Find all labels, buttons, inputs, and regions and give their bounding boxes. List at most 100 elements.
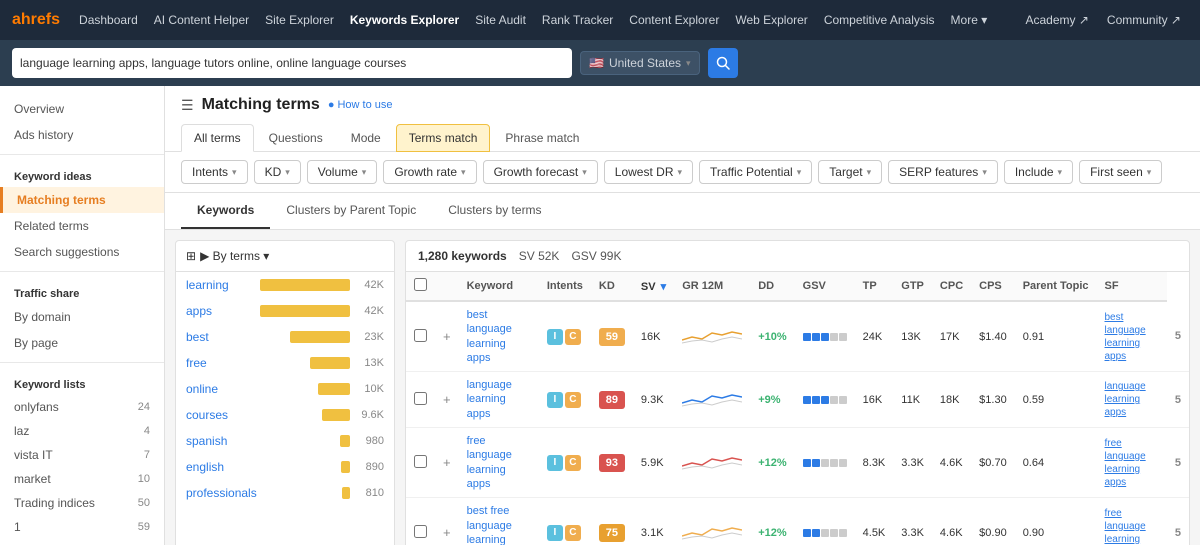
keyword-link[interactable]: language learning apps	[467, 379, 512, 420]
tab-mode[interactable]: Mode	[338, 124, 394, 152]
sidebar-item-related-terms[interactable]: Related terms	[0, 213, 164, 239]
col-cps[interactable]: CPS	[971, 272, 1015, 301]
parent-topic-link[interactable]: best language learning apps	[1105, 312, 1146, 362]
country-select[interactable]: 🇺🇸 United States ▾	[580, 51, 700, 75]
row-add-cell[interactable]: +	[435, 372, 459, 428]
add-button[interactable]: +	[443, 525, 451, 540]
row-add-cell[interactable]: +	[435, 498, 459, 545]
filter-target[interactable]: Target ▾	[818, 160, 882, 184]
sidebar-item-by-page[interactable]: By page	[0, 330, 164, 356]
sidebar-item-main-keywords-de[interactable]: Main keywords DE 13	[0, 539, 164, 545]
col-cpc[interactable]: CPC	[932, 272, 971, 301]
nav-keywords-explorer[interactable]: Keywords Explorer	[343, 9, 466, 31]
row-checkbox-cell[interactable]	[406, 372, 435, 428]
sidebar-item-matching-terms[interactable]: Matching terms	[0, 187, 164, 213]
row-checkbox[interactable]	[414, 329, 427, 342]
view-tab-clusters-terms[interactable]: Clusters by terms	[432, 193, 557, 229]
sidebar-item-laz[interactable]: laz 4	[0, 419, 164, 443]
nav-site-audit[interactable]: Site Audit	[468, 9, 533, 31]
col-parent-topic[interactable]: Parent Topic	[1015, 272, 1097, 301]
tab-questions[interactable]: Questions	[256, 124, 336, 152]
col-tp[interactable]: TP	[855, 272, 894, 301]
filter-kd[interactable]: KD ▾	[254, 160, 301, 184]
col-kd[interactable]: KD	[591, 272, 633, 301]
filter-first-seen[interactable]: First seen ▾	[1079, 160, 1162, 184]
sidebar-item-overview[interactable]: Overview	[0, 96, 164, 122]
parent-topic-link[interactable]: free language learning apps	[1105, 508, 1146, 545]
logo[interactable]: ahrefs	[12, 11, 60, 29]
col-sv[interactable]: SV ▾	[633, 272, 674, 301]
how-to-use-link[interactable]: ● How to use	[328, 99, 393, 111]
cluster-panel-header[interactable]: ⊞ ▶ By terms ▾	[176, 241, 394, 272]
row-checkbox-cell[interactable]	[406, 428, 435, 498]
nav-content-explorer[interactable]: Content Explorer	[622, 9, 726, 31]
nav-web-explorer[interactable]: Web Explorer	[728, 9, 814, 31]
search-button[interactable]	[708, 48, 738, 78]
parent-topic-link[interactable]: free language learning apps	[1105, 438, 1146, 488]
hamburger-icon[interactable]: ☰	[181, 97, 194, 114]
filter-growth-forecast[interactable]: Growth forecast ▾	[483, 160, 598, 184]
filter-include[interactable]: Include ▾	[1004, 160, 1073, 184]
keyword-link[interactable]: best free language learning apps	[467, 505, 512, 545]
nav-competitive-analysis[interactable]: Competitive Analysis	[817, 9, 942, 31]
view-tab-clusters-parent[interactable]: Clusters by Parent Topic	[270, 193, 432, 229]
cluster-row[interactable]: professionals 810	[176, 480, 394, 506]
sidebar-item-trading-indices[interactable]: Trading indices 50	[0, 491, 164, 515]
nav-community[interactable]: Community ↗	[1100, 9, 1188, 31]
cluster-row[interactable]: best 23K	[176, 324, 394, 350]
cluster-row[interactable]: courses 9.6K	[176, 402, 394, 428]
nav-ai-content[interactable]: AI Content Helper	[147, 9, 256, 31]
cluster-row[interactable]: spanish 980	[176, 428, 394, 454]
sidebar-item-search-suggestions[interactable]: Search suggestions	[0, 239, 164, 265]
add-button[interactable]: +	[443, 455, 451, 470]
nav-academy[interactable]: Academy ↗	[1019, 9, 1096, 31]
filter-growth-rate[interactable]: Growth rate ▾	[383, 160, 476, 184]
parent-topic-link[interactable]: language learning apps	[1105, 381, 1146, 418]
select-all-checkbox[interactable]	[414, 278, 427, 291]
add-button[interactable]: +	[443, 392, 451, 407]
row-checkbox-cell[interactable]	[406, 498, 435, 545]
filter-intents[interactable]: Intents ▾	[181, 160, 248, 184]
row-add-cell[interactable]: +	[435, 301, 459, 372]
col-sf[interactable]: SF	[1097, 272, 1167, 301]
cluster-row[interactable]: online 10K	[176, 376, 394, 402]
cluster-row[interactable]: english 890	[176, 454, 394, 480]
sidebar-item-onlyfans[interactable]: onlyfans 24	[0, 395, 164, 419]
tab-all-terms[interactable]: All terms	[181, 124, 254, 152]
cluster-row[interactable]: learning 42K	[176, 272, 394, 298]
nav-dashboard[interactable]: Dashboard	[72, 9, 145, 31]
search-input-wrap[interactable]	[12, 48, 572, 78]
tab-terms-match[interactable]: Terms match	[396, 124, 491, 152]
nav-rank-tracker[interactable]: Rank Tracker	[535, 9, 620, 31]
filter-volume[interactable]: Volume ▾	[307, 160, 378, 184]
row-add-cell[interactable]: +	[435, 428, 459, 498]
col-gr[interactable]: GR 12M	[674, 272, 750, 301]
view-tab-keywords[interactable]: Keywords	[181, 193, 270, 229]
row-checkbox[interactable]	[414, 392, 427, 405]
col-gtp[interactable]: GTP	[893, 272, 932, 301]
filter-traffic-potential[interactable]: Traffic Potential ▾	[699, 160, 812, 184]
sidebar-item-ads-history[interactable]: Ads history	[0, 122, 164, 148]
row-checkbox[interactable]	[414, 525, 427, 538]
cluster-row[interactable]: apps 42K	[176, 298, 394, 324]
search-input[interactable]	[20, 56, 564, 70]
keyword-link[interactable]: free language learning apps	[467, 435, 512, 490]
keyword-link[interactable]: best language learning apps	[467, 309, 512, 364]
sidebar-item-1[interactable]: 1 59	[0, 515, 164, 539]
nav-more[interactable]: More ▾	[944, 9, 995, 31]
filter-lowest-dr[interactable]: Lowest DR ▾	[604, 160, 693, 184]
col-intents[interactable]: Intents	[539, 272, 591, 301]
cluster-row[interactable]: free 13K	[176, 350, 394, 376]
add-button[interactable]: +	[443, 329, 451, 344]
filter-serp-features[interactable]: SERP features ▾	[888, 160, 998, 184]
row-checkbox-cell[interactable]	[406, 301, 435, 372]
sidebar-item-by-domain[interactable]: By domain	[0, 304, 164, 330]
sidebar-item-market[interactable]: market 10	[0, 467, 164, 491]
col-gsv[interactable]: GSV	[795, 272, 855, 301]
row-checkbox[interactable]	[414, 455, 427, 468]
col-dd[interactable]: DD	[750, 272, 794, 301]
col-keyword[interactable]: Keyword	[459, 272, 539, 301]
sidebar-item-vista-it[interactable]: vista IT 7	[0, 443, 164, 467]
tab-phrase-match[interactable]: Phrase match	[492, 124, 592, 152]
nav-site-explorer[interactable]: Site Explorer	[258, 9, 341, 31]
